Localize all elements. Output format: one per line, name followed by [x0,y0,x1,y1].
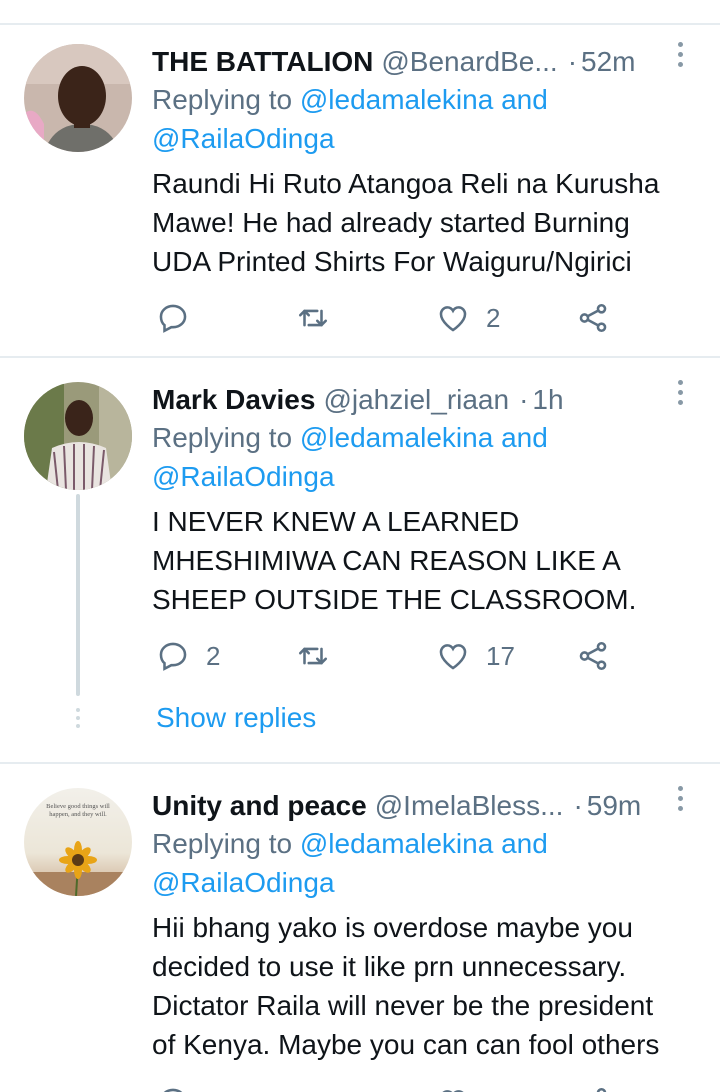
replying-prefix: Replying to [152,84,293,115]
like-button[interactable] [436,1082,470,1092]
tweet-text-line: of Kenya. Maybe you can can fool others [152,1029,660,1060]
tweet-divider [0,762,720,764]
like-count: 2 [486,302,501,333]
tweet-text: Hii bhang yako is overdose maybe you dec… [152,908,702,1064]
mention-link[interactable]: @ledamalekina and [300,828,548,859]
like-icon [439,644,467,670]
display-name[interactable]: Mark Davies [152,384,315,416]
more-icon[interactable] [670,42,690,72]
tweet-text-line: decided to use it like prn unnecessary. [152,951,627,982]
tweet[interactable]: THE BATTALION @BenardBe... · 52m Replyin… [0,40,720,356]
more-icon[interactable] [670,786,690,816]
tweet-text: Raundi Hi Ruto Atangoa Reli na Kurusha M… [152,164,702,281]
like-icon [442,1090,464,1092]
avatar[interactable]: Believe good things will happen, and the… [24,788,132,896]
timestamp[interactable]: 59m [587,790,641,822]
share-button[interactable] [576,1082,610,1092]
retweet-button[interactable] [296,298,346,338]
display-name[interactable]: Unity and peace [152,790,367,822]
replying-to-cont: @RailaOdinga [152,863,335,902]
replying-prefix: Replying to [152,422,293,453]
reply-button[interactable] [156,1082,190,1092]
tweet[interactable]: Mark Davies @jahziel_riaan · 1h Replying… [0,378,720,758]
mention-link[interactable]: @RailaOdinga [152,461,335,492]
retweet-button[interactable] [296,1082,330,1092]
mention-link[interactable]: @ledamalekina and [300,84,548,115]
avatar[interactable] [24,44,132,152]
share-button[interactable] [576,636,610,676]
more-icon[interactable] [670,380,690,410]
separator-dot: · [573,790,583,821]
user-handle[interactable]: @ImelaBless... [375,790,564,822]
top-divider [0,23,720,25]
tweet-text-line: Hii bhang yako is overdose maybe you [152,912,633,943]
tweet-text-line: Mawe! He had already started Burning [152,207,630,238]
share-icon [596,1087,607,1092]
like-count: 17 [486,640,515,671]
tweet-text-line: I NEVER KNEW A LEARNED [152,506,520,537]
mention-link[interactable]: @ledamalekina and [300,422,548,453]
user-handle[interactable]: @jahziel_riaan [323,384,509,416]
replying-to: Replying to @ledamalekina and [152,80,548,119]
reply-icon [163,1088,183,1092]
thread-dots [76,708,80,732]
share-button[interactable] [576,298,610,338]
share-icon [579,641,607,671]
timestamp[interactable]: 52m [581,46,635,78]
show-replies-link[interactable]: Show replies [156,702,316,734]
tweet-text-line: Raundi Hi Ruto Atangoa Reli na Kurusha [152,168,660,199]
tweet-divider [0,356,720,358]
tweet-header: Mark Davies @jahziel_riaan · 1h [152,378,660,422]
tweet-text-line: SHEEP OUTSIDE THE CLASSROOM. [152,584,637,615]
retweet-icon [298,647,328,665]
tweet-text-line: UDA Printed Shirts For Waiguru/Ngirici [152,246,632,277]
replying-prefix: Replying to [152,828,293,859]
replying-to: Replying to @ledamalekina and [152,418,548,457]
reply-button[interactable]: 2 [156,636,220,676]
timestamp[interactable]: 1h [532,384,563,416]
avatar[interactable] [24,382,132,490]
mention-link[interactable]: @RailaOdinga [152,123,335,154]
reply-button[interactable] [156,298,206,338]
user-handle[interactable]: @BenardBe... [381,46,557,78]
reply-count: 2 [206,640,221,671]
like-button[interactable]: 2 [436,298,500,338]
retweet-icon [298,309,328,327]
action-bar: 2 17 [152,636,652,676]
tweet[interactable]: Believe good things will happen, and the… [0,784,720,1092]
retweet-button[interactable] [296,636,346,676]
reply-icon [159,642,187,671]
separator-dot: · [519,384,529,415]
avatar-caption-line: Believe good things will [46,803,110,810]
avatar-caption-line: happen, and they will. [49,811,107,818]
share-icon [579,303,607,333]
replying-to-cont: @RailaOdinga [152,457,335,496]
tweet-text: I NEVER KNEW A LEARNED MHESHIMIWA CAN RE… [152,502,702,619]
thread-line [76,494,80,696]
display-name[interactable]: THE BATTALION [152,46,373,78]
tweet-header: THE BATTALION @BenardBe... · 52m [152,40,660,84]
action-bar: 2 [152,298,652,338]
reply-icon [159,304,187,333]
replying-to-cont: @RailaOdinga [152,119,335,158]
replying-to: Replying to @ledamalekina and [152,824,548,863]
tweet-text-line: Dictator Raila will never be the preside… [152,990,654,1021]
retweet-icon [296,1085,330,1092]
tweet-text-line: MHESHIMIWA CAN REASON LIKE A [152,545,621,576]
action-bar [152,1082,652,1092]
like-button[interactable]: 17 [436,636,515,676]
tweet-header: Unity and peace @ImelaBless... · 59m [152,784,660,828]
mention-link[interactable]: @RailaOdinga [152,867,335,898]
like-icon [439,306,467,332]
separator-dot: · [567,46,578,77]
